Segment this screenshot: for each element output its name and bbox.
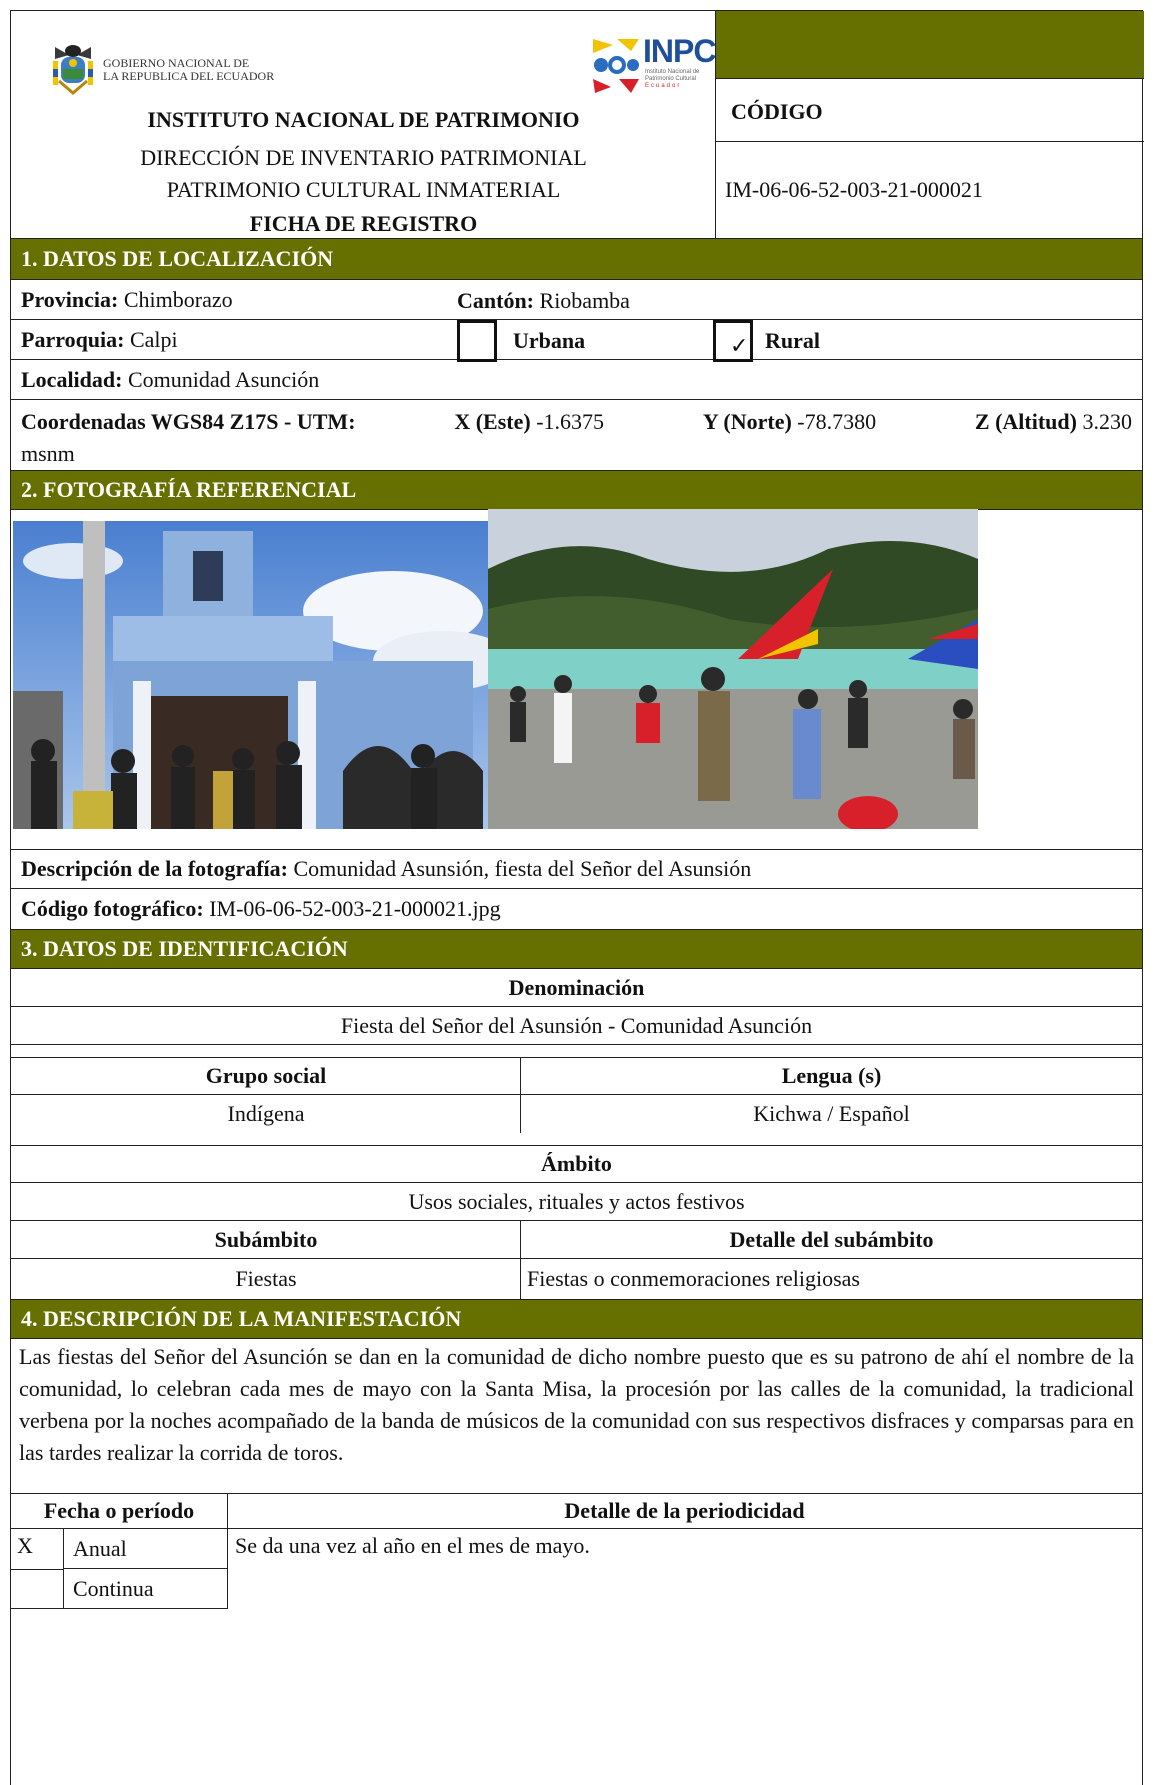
- grupo-value: Indígena: [227, 1101, 305, 1126]
- registration-form: GOBIERNO NACIONAL DE LA REPUBLICA DEL EC…: [10, 10, 1144, 1785]
- ecuador-coat-of-arms-icon: [49, 41, 97, 97]
- periodicity-detail: Se da una vez al año en el mes de mayo.: [235, 1533, 590, 1558]
- ambito-label-row: Ámbito: [11, 1145, 1142, 1183]
- code-header-bar: [716, 11, 1144, 79]
- lengua-value: Kichwa / Español: [753, 1101, 910, 1126]
- institution-title: INSTITUTO NACIONAL DE PATRIMONIO: [147, 107, 580, 132]
- reference-photo-procession: [488, 509, 978, 829]
- coordinates-row: Coordenadas WGS84 Z17S - UTM: X (Este) -…: [11, 400, 1142, 470]
- x-field: X (Este) -1.6375: [454, 406, 604, 438]
- provincia-label: Provincia:: [21, 286, 119, 312]
- photo-desc-label: Descripción de la fotografía:: [21, 855, 288, 881]
- section-2-header: 2. FOTOGRAFÍA REFERENCIAL: [11, 470, 1142, 510]
- grupo-lengua-table: Grupo social Lengua (s) Indígena Kichwa …: [11, 1057, 1142, 1133]
- localidad-value: Comunidad Asunción: [127, 366, 320, 392]
- parroquia-value: Calpi: [129, 326, 178, 352]
- localidad-row: Localidad: Comunidad Asunción: [11, 360, 1142, 400]
- y-value: -78.7380: [797, 409, 877, 434]
- inpc-sub2: Patrimonio Cultural: [645, 76, 697, 82]
- rural-checkbox[interactable]: ✓: [713, 320, 753, 362]
- section-3-title: 3. DATOS DE IDENTIFICACIÓN: [21, 936, 348, 961]
- grupo-label: Grupo social: [205, 1062, 327, 1088]
- provincia-value: Chimborazo: [123, 286, 233, 312]
- x-value: -1.6375: [536, 409, 605, 434]
- provincia-row: Provincia: Chimborazo Cantón: Riobamba: [11, 280, 1142, 320]
- subambito-label: Subámbito: [214, 1226, 318, 1252]
- canton-field: Cantón: Riobamba: [457, 288, 630, 314]
- section-3-header: 3. DATOS DE IDENTIFICACIÓN: [11, 929, 1142, 969]
- photo-code-row: Código fotográfico: IM-06-06-52-003-21-0…: [11, 889, 1142, 929]
- ambito-value: Usos sociales, rituales y actos festivos: [408, 1188, 745, 1214]
- localidad-label: Localidad:: [21, 366, 123, 392]
- code-value: IM-06-06-52-003-21-000021: [725, 177, 983, 202]
- denominacion-value-row: Fiesta del Señor del Asunsión - Comunida…: [11, 1007, 1142, 1045]
- parroquia-label: Parroquia:: [21, 326, 125, 352]
- section-1-title: 1. DATOS DE LOCALIZACIÓN: [21, 246, 334, 271]
- urbana-checkbox[interactable]: [457, 320, 497, 362]
- inpc-logo-icon: [593, 39, 639, 93]
- continua-option: Continua: [73, 1575, 154, 1601]
- inpc-subtitle: Instituto Nacional de Patrimonio Cultura…: [645, 69, 699, 90]
- canton-label: Cantón:: [457, 288, 535, 313]
- fecha-periodo-label: Fecha o período: [43, 1497, 195, 1523]
- denominacion-label-row: Denominación: [11, 969, 1142, 1007]
- x-label: X (Este): [454, 409, 531, 434]
- ambito-label: Ámbito: [541, 1150, 612, 1176]
- code-label: CÓDIGO: [731, 99, 823, 124]
- denominacion-value: Fiesta del Señor del Asunsión - Comunida…: [340, 1012, 813, 1038]
- gov-line2: LA REPUBLICA DEL ECUADOR: [103, 69, 275, 83]
- section-4-title: 4. DESCRIPCIÓN DE LA MANIFESTACIÓN: [21, 1306, 462, 1331]
- code-separator: [716, 141, 1144, 142]
- checkmark-icon: ✓: [730, 333, 749, 358]
- urbana-label: Urbana: [513, 328, 586, 353]
- subambito-table: Subámbito Detalle del subámbito Fiestas …: [11, 1221, 1142, 1299]
- header: GOBIERNO NACIONAL DE LA REPUBLICA DEL EC…: [11, 11, 1144, 238]
- photo-description-row: Descripción de la fotografía: Comunidad …: [11, 849, 1142, 889]
- form-type: FICHA DE REGISTRO: [249, 211, 478, 236]
- lengua-label: Lengua (s): [781, 1062, 882, 1088]
- periodicidad-label: Detalle de la periodicidad: [564, 1497, 805, 1523]
- reference-photo-church: [13, 521, 489, 829]
- manifestation-description: Las fiestas del Señor del Asunción se da…: [19, 1344, 1134, 1465]
- periodicity-table: Fecha o período Detalle de la periodicid…: [11, 1493, 1142, 1613]
- z-unit: msnm: [21, 441, 75, 466]
- photo-code-label: Código fotográfico:: [21, 896, 204, 921]
- inpc-logo: INPC Instituto Nacional de Patrimonio Cu…: [591, 33, 716, 99]
- photo-desc-value: Comunidad Asunsión, fiesta del Señor del…: [293, 855, 752, 881]
- rural-label: Rural: [765, 328, 820, 353]
- y-label: Y (Norte): [702, 409, 792, 434]
- subambito-value: Fiestas: [235, 1266, 297, 1291]
- z-label: Z (Altitud): [974, 409, 1077, 434]
- section-1-header: 1. DATOS DE LOCALIZACIÓN: [11, 238, 1142, 280]
- inpc-logo-text: INPC: [643, 33, 716, 69]
- canton-value: Riobamba: [539, 288, 630, 313]
- section-2-title: 2. FOTOGRAFÍA REFERENCIAL: [21, 477, 357, 502]
- direction-line: DIRECCIÓN DE INVENTARIO PATRIMONIAL: [140, 145, 587, 170]
- photo-code-value: IM-06-06-52-003-21-000021.jpg: [209, 896, 501, 921]
- y-field: Y (Norte) -78.7380: [703, 406, 876, 438]
- z-field: Z (Altitud) 3.230: [975, 406, 1132, 438]
- section-4-header: 4. DESCRIPCIÓN DE LA MANIFESTACIÓN: [11, 1299, 1142, 1339]
- inpc-sub3: Ecuador: [645, 83, 682, 89]
- heritage-line: PATRIMONIO CULTURAL INMATERIAL: [166, 177, 561, 202]
- detalle-subambito-value: Fiestas o conmemoraciones religiosas: [527, 1266, 860, 1291]
- anual-mark: X: [17, 1533, 33, 1558]
- inpc-sub1: Instituto Nacional de: [645, 69, 700, 75]
- coord-label: Coordenadas WGS84 Z17S - UTM:: [21, 409, 356, 434]
- gov-name: GOBIERNO NACIONAL DE LA REPUBLICA DEL EC…: [103, 57, 274, 83]
- z-value: 3.230: [1082, 409, 1132, 434]
- anual-option: Anual: [73, 1535, 127, 1561]
- denominacion-label: Denominación: [508, 974, 645, 1000]
- detalle-subambito-label: Detalle del subámbito: [729, 1226, 934, 1252]
- ambito-value-row: Usos sociales, rituales y actos festivos: [11, 1183, 1142, 1221]
